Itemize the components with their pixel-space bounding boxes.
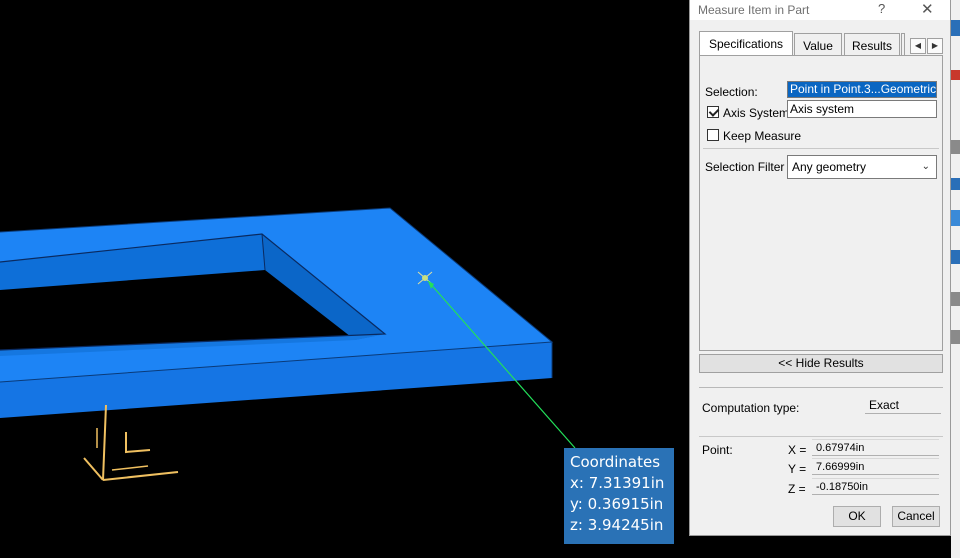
help-icon[interactable]: ? [878, 1, 885, 16]
annotation-z: z: 3.94245in [570, 516, 664, 534]
toolbar-tool-icon[interactable] [951, 210, 960, 226]
coordinates-annotation: Coordinates x: 7.31391in y: 0.36915in z:… [564, 448, 674, 544]
divider [699, 387, 943, 388]
dialog-title: Measure Item in Part [698, 3, 810, 17]
toolbar-tool-icon[interactable] [951, 20, 960, 36]
toolbar-tool-icon[interactable] [951, 330, 960, 344]
annotation-x: x: 7.31391in [570, 474, 665, 492]
ok-button[interactable]: OK [833, 506, 881, 527]
toolbar-tool-icon[interactable] [951, 292, 960, 306]
tab-value[interactable]: Value [794, 33, 842, 55]
close-icon[interactable]: ✕ [921, 0, 934, 18]
z-coordinate-value: -0.18750in [812, 478, 939, 495]
keep-measure-label: Keep Measure [723, 129, 802, 143]
toolbar-tool-icon[interactable] [951, 178, 960, 190]
divider [699, 436, 943, 437]
chevron-down-icon: ⌄ [921, 161, 930, 172]
y-coordinate-value: 7.66999in [812, 458, 939, 475]
axis-system-input[interactable]: Axis system [787, 100, 937, 118]
measure-item-dialog: Measure Item in Part ? ✕ Specifications … [689, 0, 951, 536]
tab-scroll-right-icon[interactable]: ▶ [927, 38, 943, 54]
x-axis-label: X = [788, 443, 807, 457]
y-axis-label: Y = [788, 462, 807, 476]
x-coordinate-value: 0.67974in [812, 439, 939, 456]
toolbar-tool-icon[interactable] [951, 140, 960, 154]
keep-measure-checkbox[interactable] [707, 129, 719, 141]
divider [703, 148, 939, 149]
axis-system-checkbox[interactable] [707, 106, 719, 118]
axis-system-label: Axis System [723, 106, 790, 120]
toolbar-tool-icon[interactable] [951, 70, 960, 80]
selection-input[interactable]: Point in Point.3...Geometrica [787, 81, 937, 98]
annotation-title: Coordinates [570, 453, 661, 471]
computation-type-label: Computation type: [702, 401, 800, 415]
selection-filter-dropdown[interactable]: Any geometry ⌄ [787, 155, 937, 179]
z-axis-label: Z = [788, 482, 806, 496]
cancel-button[interactable]: Cancel [892, 506, 940, 527]
tab-scroll-left-icon[interactable]: ◀ [910, 38, 926, 54]
tab-specifications[interactable]: Specifications [699, 31, 793, 55]
right-toolbar [951, 0, 960, 558]
annotation-y: y: 0.36915in [570, 495, 664, 513]
tab-results[interactable]: Results [844, 33, 900, 55]
toolbar-tool-icon[interactable] [951, 250, 960, 264]
tab-hidden-partial[interactable] [901, 33, 905, 55]
axis-triad-icon [83, 404, 179, 481]
selection-label: Selection: [705, 85, 758, 99]
computation-type-value: Exact [865, 398, 941, 414]
selection-filter-value: Any geometry [792, 160, 867, 174]
hide-results-button[interactable]: << Hide Results [699, 354, 943, 373]
selection-filter-label: Selection Filter [705, 160, 785, 174]
point-label: Point: [702, 443, 733, 457]
dialog-titlebar[interactable]: Measure Item in Part ? ✕ [690, 0, 950, 20]
